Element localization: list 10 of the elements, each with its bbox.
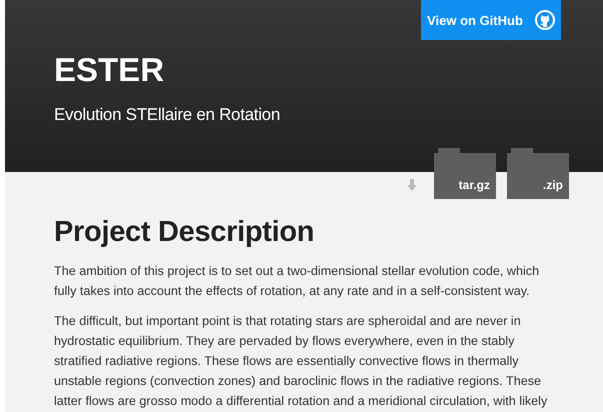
section-heading: Project Description (54, 216, 316, 249)
site-subtitle: Evolution STEllaire en Rotation (54, 105, 281, 125)
download-arrow-icon (407, 179, 417, 191)
download-folder-button[interactable]: tar.gz (434, 148, 496, 199)
paragraph: The ambition of this project is to set out a two-dimensional stellar evolution code, which fully takes into account the effects of rotation, at any rate and in a self-consistent way. (54, 263, 540, 300)
paragraph: The difficult, but important point is that rotating stars are spheroidal and are never in hydrostatic equilibrium. They are pervaded by flows everywhere, even in the stably stratified radiative regions. These flows are essentially convective flows in thermally unstable regions (convection zones) and baroclinic flows in the radiative regions. These latter flows are grosso modo a differential rotation and a meridional circulation, with likely (54, 313, 548, 410)
github-cat-icon (534, 10, 555, 30)
github-button[interactable]: View on GitHub (421, 0, 561, 40)
download-folder-button[interactable]: .zip (507, 148, 569, 199)
site-title: ESTER (54, 50, 166, 90)
